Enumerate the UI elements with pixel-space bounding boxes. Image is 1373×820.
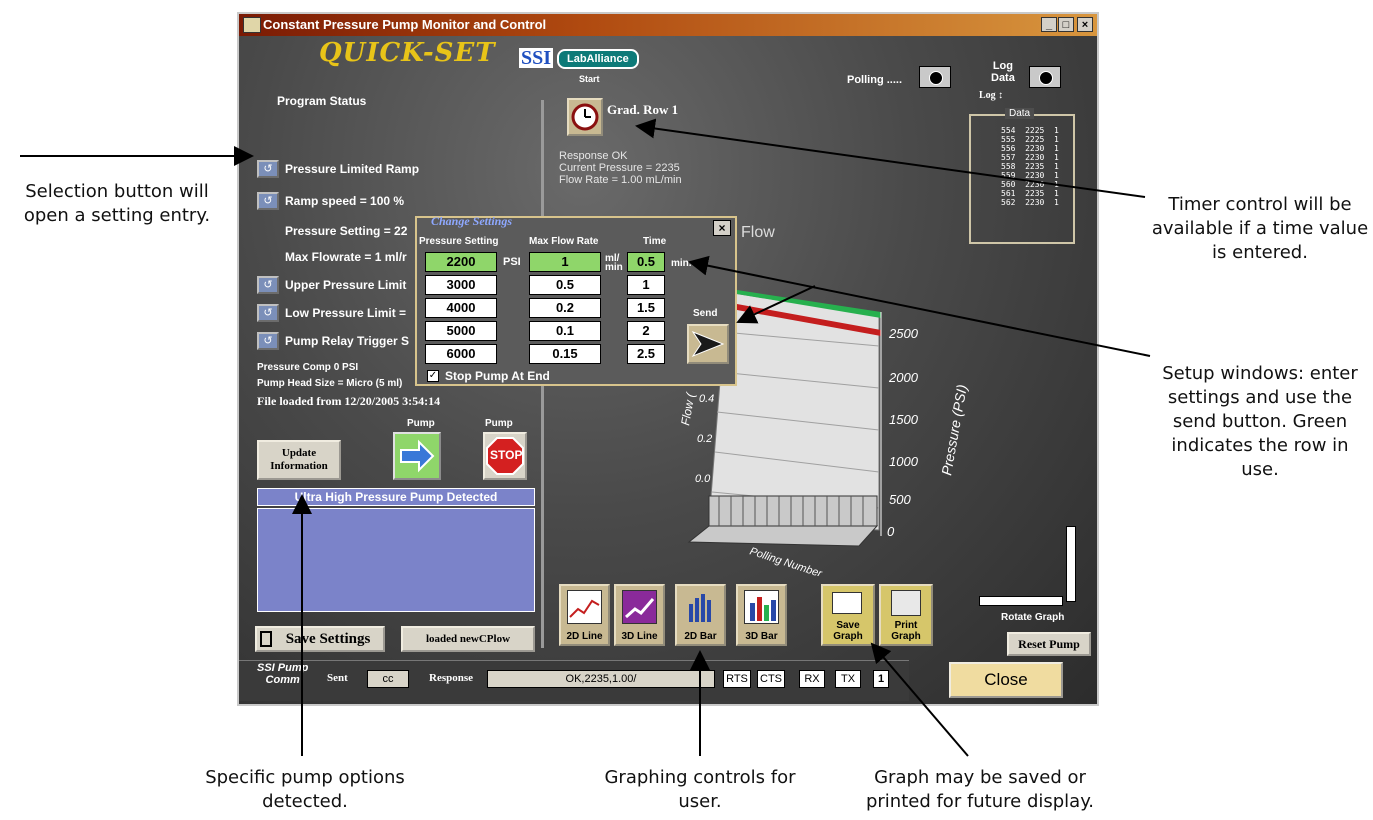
arrow-setup-send: [736, 285, 816, 324]
arrow-setup: [688, 255, 1151, 357]
arrow-graph-save: [870, 642, 969, 757]
callout-arrows: [20, 118, 1151, 757]
arrow-timer: [635, 118, 1146, 198]
